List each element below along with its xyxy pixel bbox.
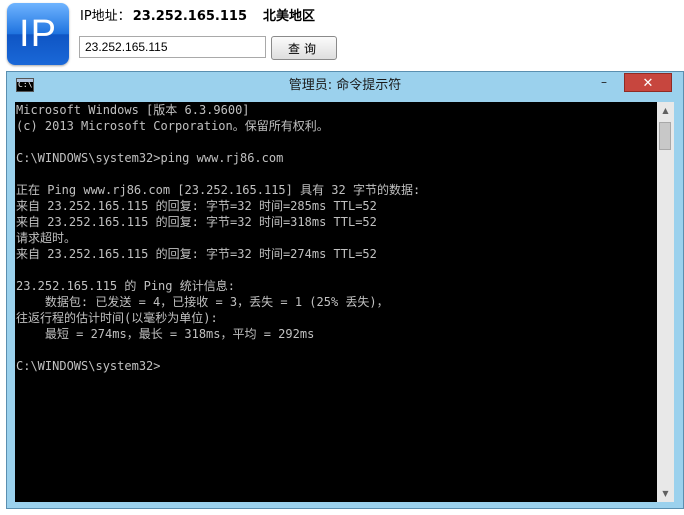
scroll-up-icon[interactable]: ▲ bbox=[657, 102, 674, 119]
ip-result-line: IP地址： 23.252.165.115 北美地区 bbox=[80, 7, 315, 27]
cmd-app-icon[interactable]: C:\ bbox=[16, 78, 34, 92]
ip-logo: IP bbox=[7, 3, 69, 65]
close-button[interactable]: ✕ bbox=[624, 73, 672, 92]
window-title: 管理员: 命令提示符 bbox=[288, 78, 402, 93]
minimize-button[interactable]: – bbox=[591, 73, 617, 92]
ip-label: IP地址： bbox=[80, 9, 131, 24]
scroll-thumb[interactable] bbox=[659, 122, 671, 150]
ip-value: 23.252.165.115 bbox=[132, 9, 248, 24]
title-bar[interactable]: 管理员: 命令提示符 C:\ – ✕ bbox=[7, 72, 683, 100]
scroll-down-icon[interactable]: ▼ bbox=[657, 485, 674, 502]
ip-region: 北美地区 bbox=[263, 9, 316, 24]
console-output: Microsoft Windows [版本 6.3.9600] (c) 2013… bbox=[16, 103, 421, 373]
query-button[interactable]: 查询 bbox=[271, 36, 337, 60]
console-area[interactable]: Microsoft Windows [版本 6.3.9600] (c) 2013… bbox=[15, 102, 657, 502]
cmd-window: 管理员: 命令提示符 C:\ – ✕ Microsoft Windows [版本… bbox=[6, 71, 684, 509]
vertical-scrollbar[interactable]: ▲ ▼ bbox=[657, 102, 674, 502]
ip-query-input[interactable] bbox=[79, 36, 266, 58]
